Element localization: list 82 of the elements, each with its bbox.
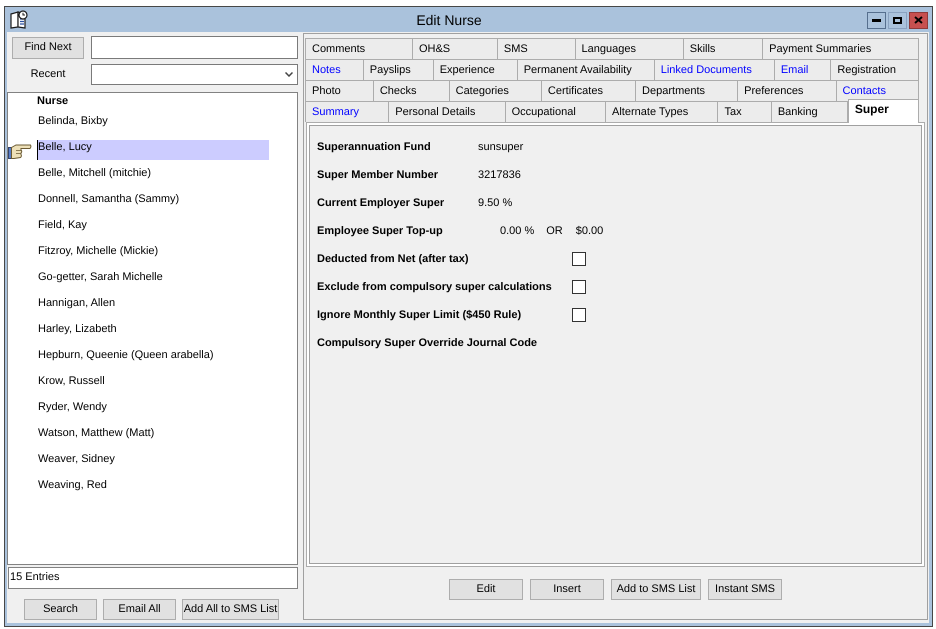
tab[interactable]: Certificates bbox=[542, 80, 636, 101]
tab[interactable]: Linked Documents bbox=[654, 59, 775, 80]
recent-dropdown[interactable] bbox=[91, 64, 298, 85]
close-icon bbox=[914, 16, 923, 24]
minimize-icon bbox=[872, 18, 881, 22]
tab[interactable]: Personal Details bbox=[389, 101, 506, 122]
list-item[interactable]: Belle, Lucy bbox=[37, 140, 269, 160]
tab[interactable]: Email bbox=[774, 59, 832, 80]
recent-label: Recent bbox=[30, 67, 66, 82]
list-item[interactable]: Weaving, Red bbox=[37, 478, 269, 498]
field-label: Compulsory Super Override Journal Code bbox=[317, 336, 538, 351]
list-item[interactable]: Belinda, Bixby bbox=[37, 114, 269, 134]
list-item[interactable]: Hannigan, Allen bbox=[37, 296, 269, 316]
list-item[interactable]: Watson, Matthew (Matt) bbox=[37, 426, 269, 446]
field-label: Deducted from Net (after tax) bbox=[317, 252, 469, 265]
field-label: Superannuation Fund bbox=[317, 140, 431, 153]
list-action-button[interactable]: Add All to SMS List bbox=[182, 599, 279, 620]
amount-value: $0.00 bbox=[576, 224, 604, 239]
action-button[interactable]: Instant SMS bbox=[708, 579, 782, 600]
list-item[interactable]: Donnell, Samantha (Sammy) bbox=[37, 192, 269, 212]
search-field[interactable] bbox=[91, 36, 298, 59]
field-label: Current Employer Super bbox=[317, 196, 444, 209]
tab[interactable]: Banking bbox=[772, 101, 848, 122]
list-item[interactable]: Hepburn, Queenie (Queen arabella) bbox=[37, 348, 269, 368]
tab[interactable]: Occupational bbox=[506, 101, 606, 122]
list-item[interactable]: Weaver, Sidney bbox=[37, 452, 269, 472]
field-value: sunsuper bbox=[478, 140, 524, 155]
tab[interactable]: Contacts bbox=[836, 80, 920, 101]
field-label: Employee Super Top-up bbox=[317, 224, 443, 237]
percent-value: 0.00 % bbox=[500, 224, 534, 239]
tab[interactable]: Super bbox=[848, 99, 920, 123]
list-action-button[interactable]: Search bbox=[24, 599, 97, 620]
list-item[interactable]: Krow, Russell bbox=[37, 374, 269, 394]
tab[interactable]: Checks bbox=[374, 80, 450, 101]
tab[interactable]: Departments bbox=[636, 80, 738, 101]
tab[interactable]: Tax bbox=[718, 101, 772, 122]
tab[interactable]: Alternate Types bbox=[606, 101, 718, 122]
tab[interactable]: Notes bbox=[306, 59, 364, 80]
tab[interactable]: SMS bbox=[498, 38, 576, 59]
maximize-icon bbox=[893, 16, 902, 24]
entries-count-field: 15 Entries bbox=[8, 567, 298, 589]
list-item[interactable]: Go-getter, Sarah Michelle bbox=[37, 270, 269, 290]
or-text: OR bbox=[546, 224, 563, 239]
list-item[interactable]: Field, Kay bbox=[37, 218, 269, 238]
tab[interactable]: Photo bbox=[306, 80, 374, 101]
tab[interactable]: Languages bbox=[576, 38, 684, 59]
tab[interactable]: Preferences bbox=[738, 80, 837, 101]
action-button[interactable]: Add to SMS List bbox=[611, 579, 701, 600]
list-item[interactable]: Ryder, Wendy bbox=[37, 400, 269, 420]
tab[interactable]: OH&S bbox=[412, 38, 498, 59]
action-button[interactable]: Edit bbox=[449, 579, 523, 600]
maximize-button[interactable] bbox=[888, 12, 907, 28]
book-icon bbox=[10, 10, 28, 29]
list-item[interactable]: Belle, Mitchell (mitchie) bbox=[37, 166, 269, 186]
action-button[interactable]: Insert bbox=[530, 579, 604, 600]
field-label: Exclude from compulsory super calculations bbox=[317, 280, 552, 293]
list-item[interactable]: Fitzroy, Michelle (Mickie) bbox=[37, 244, 269, 264]
checkbox[interactable] bbox=[572, 252, 586, 266]
column-header: Nurse bbox=[37, 94, 68, 108]
tab[interactable]: Experience bbox=[434, 59, 518, 80]
tab[interactable]: Permanent Availability bbox=[518, 59, 655, 80]
tab[interactable]: Registration bbox=[831, 59, 920, 80]
close-button[interactable] bbox=[909, 12, 928, 28]
field-label: Super Member Number bbox=[317, 168, 438, 181]
tab[interactable]: Summary bbox=[306, 101, 390, 122]
tab[interactable]: Comments bbox=[306, 38, 413, 59]
tab[interactable]: Categories bbox=[450, 80, 542, 101]
checkbox[interactable] bbox=[572, 280, 586, 294]
window-title: Edit Nurse bbox=[416, 11, 482, 29]
find-next-button[interactable]: Find Next bbox=[12, 36, 84, 58]
tab[interactable]: Payslips bbox=[364, 59, 434, 80]
field-label: Ignore Monthly Super Limit ($450 Rule) bbox=[317, 308, 522, 321]
checkbox[interactable] bbox=[572, 308, 586, 322]
chevron-down-icon bbox=[285, 72, 293, 77]
tab[interactable]: Skills bbox=[684, 38, 764, 59]
pointing-hand-icon bbox=[8, 142, 32, 158]
list-action-button[interactable]: Email All bbox=[103, 599, 176, 620]
field-value: 9.50 % bbox=[478, 196, 512, 211]
field-value: 3217836 bbox=[478, 168, 521, 183]
tab[interactable]: Payment Summaries bbox=[763, 38, 920, 59]
minimize-button[interactable] bbox=[867, 12, 886, 28]
list-item[interactable]: Harley, Lizabeth bbox=[37, 322, 269, 342]
